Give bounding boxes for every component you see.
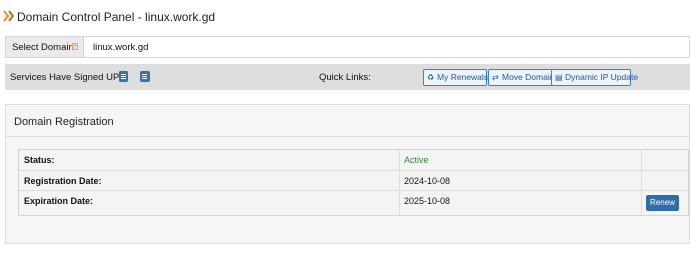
- double-chevron-right-icon: [3, 10, 15, 22]
- quick-links-label: Quick Links:: [319, 72, 371, 83]
- document-icon[interactable]: [119, 71, 128, 82]
- move-domain-button[interactable]: ⇄ Move Domain: [488, 69, 555, 86]
- move-domain-label: Move Domain: [502, 72, 555, 82]
- dynamic-ip-update-label: Dynamic IP Update: [565, 72, 639, 82]
- status-value: Active: [404, 155, 429, 165]
- registration-table: Status: Active Registration Date: 2024-1…: [18, 149, 689, 216]
- domain-selector[interactable]: Select Domain: linux.work.gd: [5, 36, 690, 58]
- services-signed-up-label: Services Have Signed UP:: [10, 72, 122, 83]
- my-renewals-label: My Renewals: [437, 72, 489, 82]
- document-icon: ▤: [555, 73, 563, 82]
- table-row: Registration Date: 2024-10-08: [19, 170, 688, 190]
- registration-date-value: 2024-10-08: [404, 176, 451, 186]
- domain-selector-label-box: Select Domain:: [6, 37, 84, 57]
- status-label: Status:: [24, 155, 55, 165]
- table-row: Expiration Date: 2025-10-08 Renew: [19, 190, 688, 215]
- panel-title: Domain Registration: [14, 116, 114, 128]
- domain-selector-label: Select Domain:: [12, 42, 77, 53]
- mail-icon[interactable]: [140, 71, 150, 82]
- expiration-date-label: Expiration Date:: [24, 196, 94, 206]
- table-row: Status: Active: [19, 150, 688, 170]
- registration-date-label: Registration Date:: [24, 176, 102, 186]
- services-bar: Services Have Signed UP: Quick Links: ♻ M…: [5, 64, 690, 90]
- dynamic-ip-update-button[interactable]: ▤ Dynamic IP Update: [551, 69, 638, 86]
- swap-arrows-icon: ⇄: [492, 73, 499, 82]
- title-bar: Domain Control Panel - linux.work.gd: [0, 0, 690, 34]
- domain-selector-value[interactable]: linux.work.gd: [93, 42, 148, 53]
- dropdown-toggle-icon[interactable]: [72, 43, 78, 50]
- domain-registration-panel: Domain Registration Status: Active Regis…: [5, 104, 690, 244]
- renew-button[interactable]: Renew: [646, 195, 679, 211]
- panel-header: Domain Registration: [6, 105, 689, 137]
- page-title: Domain Control Panel - linux.work.gd: [17, 10, 216, 24]
- my-renewals-button[interactable]: ♻ My Renewals: [423, 69, 489, 86]
- recycle-icon: ♻: [427, 73, 435, 82]
- expiration-date-value: 2025-10-08: [404, 196, 451, 206]
